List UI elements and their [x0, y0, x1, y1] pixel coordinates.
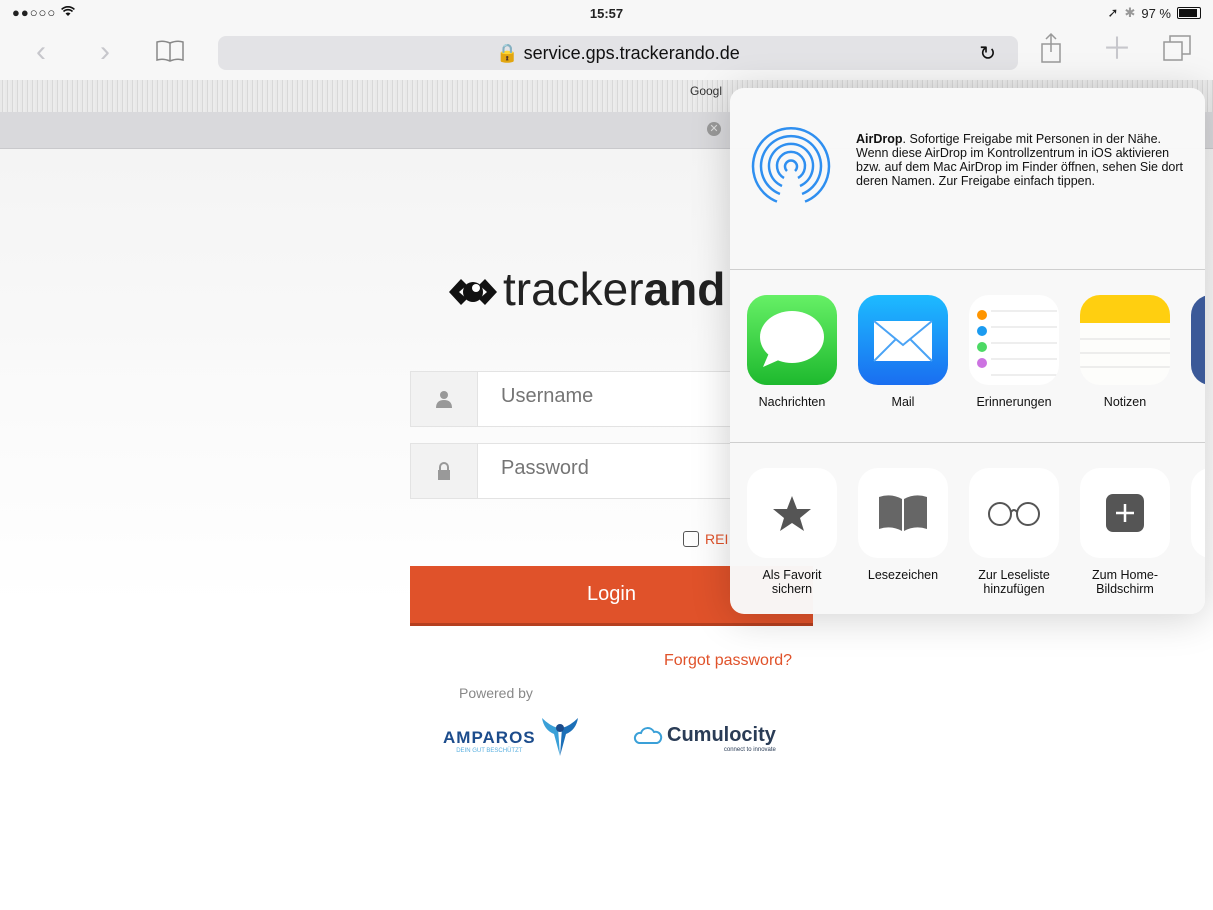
share-app-label: Mail	[891, 395, 915, 409]
amparos-tagline: DEIN GUT BESCHÜTZT	[456, 747, 523, 754]
location-icon: ➚	[1107, 5, 1119, 20]
new-tab-icon[interactable]: ＋	[1102, 34, 1132, 66]
back-icon[interactable]: ‹	[36, 36, 46, 68]
bookmark-item[interactable]: Googl	[690, 84, 722, 98]
action-add-favorite[interactable]: Als Favorit sichern	[747, 468, 837, 596]
action-label: Zur Leseliste hinzufügen	[978, 568, 1050, 596]
battery-icon	[1177, 7, 1201, 19]
star-icon	[747, 468, 837, 558]
bookmarks-icon[interactable]	[155, 38, 185, 70]
battery-percent: 97 %	[1141, 5, 1171, 21]
url-value: service.gps.trackerando.de	[523, 43, 740, 63]
share-app-messages[interactable]: Nachrichten	[747, 295, 837, 409]
lock-icon	[411, 444, 478, 498]
divider	[730, 442, 1205, 443]
divider	[730, 269, 1205, 270]
messages-icon	[747, 295, 837, 385]
facebook-icon	[1191, 295, 1205, 385]
brand-prefix: tracker	[503, 263, 644, 315]
browser-toolbar: ‹ › 🔒 service.gps.trackerando.de ↻ ＋	[0, 28, 1213, 80]
address-bar[interactable]: 🔒 service.gps.trackerando.de ↻	[218, 36, 1018, 70]
airdrop-icon[interactable]	[750, 126, 832, 213]
cumulocity-tagline: connect to innovate	[723, 747, 776, 753]
cumulocity-logo: Cumulocity connect to innovate	[633, 724, 776, 753]
cumulocity-name: Cumulocity	[667, 724, 776, 746]
share-app-more[interactable]	[1191, 295, 1205, 385]
notes-icon	[1080, 295, 1170, 385]
action-label: Zum Home-Bildschirm	[1092, 568, 1158, 596]
eye-icon	[447, 266, 499, 320]
share-app-label: Erinnerungen	[976, 395, 1052, 409]
amparos-logo: AMPAROS DEIN GUT BESCHÜTZT	[443, 716, 580, 765]
tabs-icon[interactable]	[1162, 34, 1192, 69]
powered-by-label: Powered by	[459, 685, 533, 701]
book-icon	[858, 468, 948, 558]
cloud-icon	[633, 727, 663, 750]
airdrop-title: AirDrop	[856, 132, 903, 146]
share-icon[interactable]	[1040, 32, 1062, 71]
glasses-icon	[969, 468, 1059, 558]
share-app-reminders[interactable]: Erinnerungen	[969, 295, 1059, 409]
action-label: Als Favorit sichern	[762, 568, 822, 596]
angel-wings-icon	[540, 716, 580, 765]
url-text: 🔒 service.gps.trackerando.de	[496, 43, 740, 63]
brand-suffix: and	[643, 263, 726, 315]
amparos-name: AMPAROS	[443, 727, 536, 747]
forward-icon[interactable]: ›	[100, 36, 110, 68]
airdrop-description: AirDrop. Sofortige Freigabe mit Personen…	[856, 132, 1186, 188]
airdrop-body: . Sofortige Freigabe mit Personen in der…	[856, 132, 1184, 188]
bluetooth-icon: ✱	[1124, 5, 1136, 20]
share-app-label: Nachrichten	[758, 395, 826, 409]
action-label: Lesezeichen	[867, 568, 939, 582]
status-bar: ●●○○○ 15:57 ➚ ✱ 97 %	[0, 0, 1213, 28]
action-add-home-screen[interactable]: Zum Home-Bildschirm	[1080, 468, 1170, 596]
remember-me[interactable]: REI	[683, 531, 728, 547]
action-bookmark[interactable]: Lesezeichen	[858, 468, 948, 582]
add-home-icon	[1080, 468, 1170, 558]
share-app-notes[interactable]: Notizen	[1080, 295, 1170, 409]
clock: 15:57	[589, 6, 624, 21]
more-action-tile	[1191, 468, 1205, 558]
status-right: ➚ ✱ 97 %	[1108, 5, 1201, 21]
user-icon	[411, 372, 478, 426]
share-app-label: Notizen	[1103, 395, 1147, 409]
remember-checkbox[interactable]	[683, 531, 699, 547]
mail-icon	[858, 295, 948, 385]
reload-icon[interactable]: ↻	[979, 41, 996, 66]
action-more[interactable]	[1191, 468, 1205, 558]
close-tab-icon[interactable]: ✕	[707, 122, 721, 136]
action-reading-list[interactable]: Zur Leseliste hinzufügen	[969, 468, 1059, 596]
remember-label: REI	[705, 531, 729, 547]
share-app-mail[interactable]: Mail	[858, 295, 948, 409]
brand-logo: trackerand	[447, 262, 725, 320]
forgot-password-link[interactable]: Forgot password?	[664, 652, 792, 670]
share-sheet: AirDrop. Sofortige Freigabe mit Personen…	[730, 88, 1205, 614]
reminders-icon	[969, 295, 1059, 385]
